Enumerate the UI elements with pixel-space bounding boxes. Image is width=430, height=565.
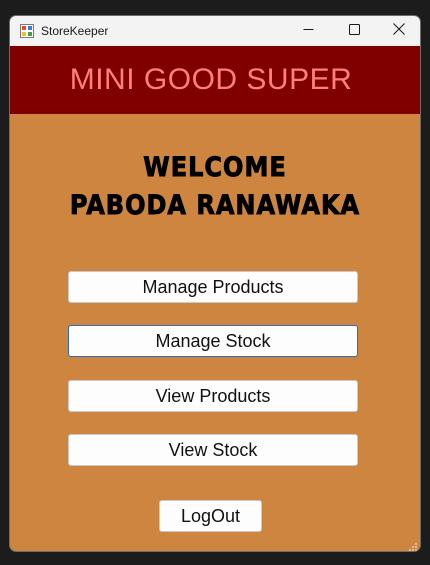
welcome-heading: WELCOME	[143, 151, 287, 183]
maximize-icon	[348, 22, 360, 40]
header-banner: MINI GOOD SUPER	[10, 46, 420, 114]
view-products-button[interactable]: View Products	[68, 380, 358, 412]
close-button[interactable]	[376, 16, 420, 46]
maximize-button[interactable]	[331, 16, 377, 46]
title-bar[interactable]: StoreKeeper	[10, 16, 420, 46]
app-icon	[20, 24, 34, 38]
close-icon	[393, 22, 405, 40]
manage-products-button[interactable]: Manage Products	[68, 271, 358, 303]
manage-stock-button[interactable]: Manage Stock	[68, 325, 358, 357]
storekeeper-window: StoreKeeper MINI GOOD SUPER WELCOME PABO…	[9, 15, 421, 552]
resize-grip-icon[interactable]	[408, 539, 418, 551]
minimize-button[interactable]	[285, 16, 331, 46]
user-name: PABODA RANAWAKA	[69, 189, 361, 221]
view-stock-button[interactable]: View Stock	[68, 434, 358, 466]
window-title: StoreKeeper	[41, 24, 109, 38]
logout-button[interactable]: LogOut	[159, 500, 262, 532]
minimize-icon	[303, 22, 314, 40]
store-name: MINI GOOD SUPER	[69, 63, 353, 96]
